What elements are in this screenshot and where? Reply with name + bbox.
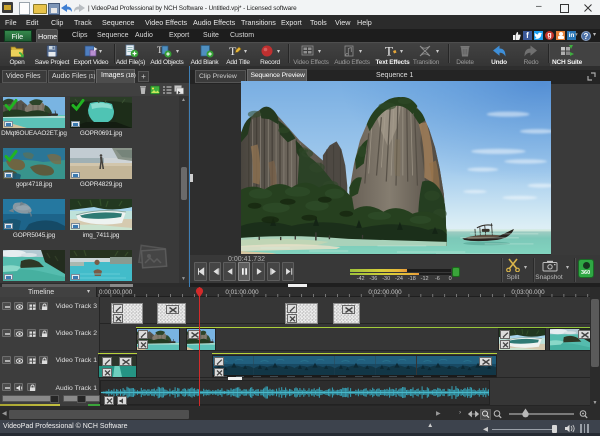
svg-text:T: T [385,44,393,58]
